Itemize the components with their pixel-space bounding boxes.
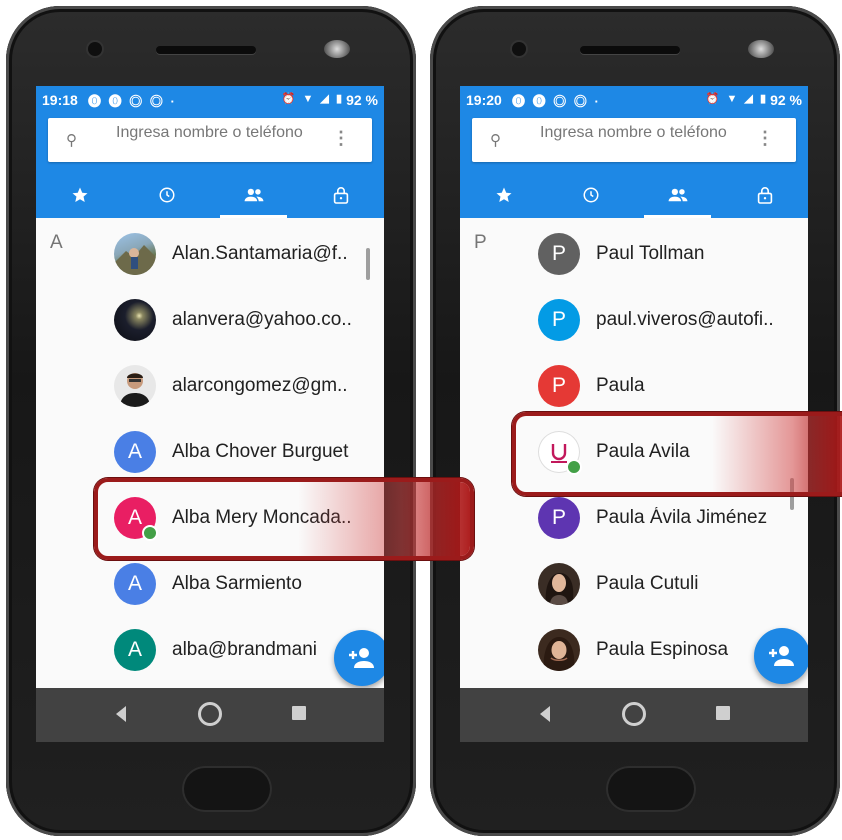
- search-bar[interactable]: ⚲ Ingresa nombre o teléfono ⋮: [472, 118, 796, 162]
- add-person-icon: [349, 648, 374, 668]
- tab-contacts[interactable]: [210, 180, 297, 218]
- battery-level: 92 %: [346, 92, 378, 108]
- flash: [748, 40, 774, 58]
- earpiece: [156, 46, 256, 54]
- avatar: P: [538, 497, 580, 539]
- highlight-box-right: [512, 412, 842, 496]
- tab-favorites[interactable]: [36, 180, 123, 218]
- status-time: 19:20: [466, 92, 502, 108]
- contact-name: paul.viveros@autofi..: [596, 309, 774, 330]
- phone-left: 19:18 ⓿ ⓿ ◎ ◎ · ⏰ ▼ ◢ ▮ 92 % ⚲ Ingresa n…: [6, 6, 416, 836]
- search-input[interactable]: Ingresa nombre o teléfono: [116, 124, 316, 160]
- overflow-menu-icon[interactable]: ⋮: [756, 128, 774, 149]
- avatar: P: [538, 365, 580, 407]
- contact-name: alarcongomez@gm..: [172, 375, 348, 396]
- status-time: 19:18: [42, 92, 78, 108]
- home-sensor: [606, 766, 696, 812]
- battery-level: 92 %: [770, 92, 802, 108]
- people-icon: [668, 188, 687, 202]
- back-icon[interactable]: [116, 706, 126, 722]
- contact-row[interactable]: P paul.viveros@autofi..: [460, 288, 808, 354]
- lock-icon: [333, 187, 348, 204]
- home-icon[interactable]: [198, 702, 222, 726]
- contact-name: Alba Sarmiento: [172, 573, 302, 594]
- tab-private[interactable]: [721, 180, 808, 218]
- tab-private[interactable]: [297, 180, 384, 218]
- avatar: A: [114, 629, 156, 671]
- people-icon: [244, 188, 263, 202]
- tab-contacts[interactable]: [634, 180, 721, 218]
- add-contact-button[interactable]: [334, 630, 384, 686]
- contact-list[interactable]: A Alan.Santamaria@f.. alanvera@yahoo.co.…: [36, 218, 384, 688]
- avatar: [114, 365, 156, 407]
- search-input[interactable]: Ingresa nombre o teléfono: [540, 124, 740, 160]
- tab-bar: [460, 180, 808, 218]
- status-bar: 19:20 ⓿ ⓿ ◎ ◎ · ⏰ ▼ ◢ ▮ 92 %: [460, 86, 808, 114]
- contact-name: Paula Ávila Jiménez: [596, 507, 768, 528]
- contact-name: Paul Tollman: [596, 243, 705, 264]
- home-sensor: [182, 766, 272, 812]
- system-icons: ⏰ ▼ ◢ ▮: [705, 93, 768, 105]
- system-icons: ⏰ ▼ ◢ ▮: [281, 93, 344, 105]
- tab-bar: [36, 180, 384, 218]
- tab-favorites[interactable]: [460, 180, 547, 218]
- contact-name: Paula Cutuli: [596, 573, 699, 594]
- avatar: P: [538, 299, 580, 341]
- app-bar: ⚲ Ingresa nombre o teléfono ⋮: [460, 114, 808, 218]
- clock-icon: [159, 187, 174, 203]
- highlight-fade: [712, 416, 842, 492]
- recents-icon[interactable]: [716, 706, 730, 720]
- avatar: A: [114, 431, 156, 473]
- contact-name: Paula: [596, 375, 645, 396]
- notification-icons: ⓿ ⓿ ◎ ◎ ·: [512, 94, 601, 109]
- tab-recents[interactable]: [547, 180, 634, 218]
- contact-row[interactable]: alarcongomez@gm..: [36, 354, 384, 420]
- contact-row[interactable]: A alba@brandmani: [36, 618, 384, 684]
- search-bar[interactable]: ⚲ Ingresa nombre o teléfono ⋮: [48, 118, 372, 162]
- earpiece: [580, 46, 680, 54]
- contact-row[interactable]: P Paul Tollman: [460, 222, 808, 288]
- avatar: P: [538, 233, 580, 275]
- star-icon: [496, 187, 511, 202]
- avatar: [538, 629, 580, 671]
- contact-row[interactable]: Paula Cutuli: [460, 552, 808, 618]
- system-nav-bar: [36, 688, 384, 742]
- contact-name: Alan.Santamaria@f..: [172, 243, 348, 264]
- avatar: A: [114, 563, 156, 605]
- screen: 19:18 ⓿ ⓿ ◎ ◎ · ⏰ ▼ ◢ ▮ 92 % ⚲ Ingresa n…: [36, 86, 384, 742]
- front-camera: [512, 42, 526, 56]
- contact-row[interactable]: P Paula: [460, 354, 808, 420]
- tab-recents[interactable]: [123, 180, 210, 218]
- add-person-icon: [769, 646, 794, 666]
- front-camera: [88, 42, 102, 56]
- home-icon[interactable]: [622, 702, 646, 726]
- avatar: [114, 233, 156, 275]
- search-icon: ⚲: [490, 132, 501, 149]
- notification-icons: ⓿ ⓿ ◎ ◎ ·: [88, 94, 177, 109]
- lock-icon: [757, 187, 772, 204]
- search-icon: ⚲: [66, 132, 77, 149]
- system-nav-bar: [460, 688, 808, 742]
- clock-icon: [583, 187, 598, 203]
- back-icon[interactable]: [540, 706, 550, 722]
- recents-icon[interactable]: [292, 706, 306, 720]
- overflow-menu-icon[interactable]: ⋮: [332, 128, 350, 149]
- flash: [324, 40, 350, 58]
- contact-name: Alba Chover Burguet: [172, 441, 349, 462]
- app-bar: ⚲ Ingresa nombre o teléfono ⋮: [36, 114, 384, 218]
- contact-row[interactable]: Alan.Santamaria@f..: [36, 222, 384, 288]
- contact-row[interactable]: alanvera@yahoo.co..: [36, 288, 384, 354]
- star-icon: [72, 187, 87, 202]
- highlight-fade: [298, 482, 470, 556]
- contact-name: alanvera@yahoo.co..: [172, 309, 352, 330]
- avatar: [114, 299, 156, 341]
- avatar: [538, 563, 580, 605]
- highlight-box-left: [94, 478, 474, 560]
- contact-row[interactable]: A Alba Sarmiento: [36, 552, 384, 618]
- contact-row[interactable]: A Alba Chover Burguet: [36, 420, 384, 486]
- add-contact-button[interactable]: [754, 628, 808, 684]
- status-bar: 19:18 ⓿ ⓿ ◎ ◎ · ⏰ ▼ ◢ ▮ 92 %: [36, 86, 384, 114]
